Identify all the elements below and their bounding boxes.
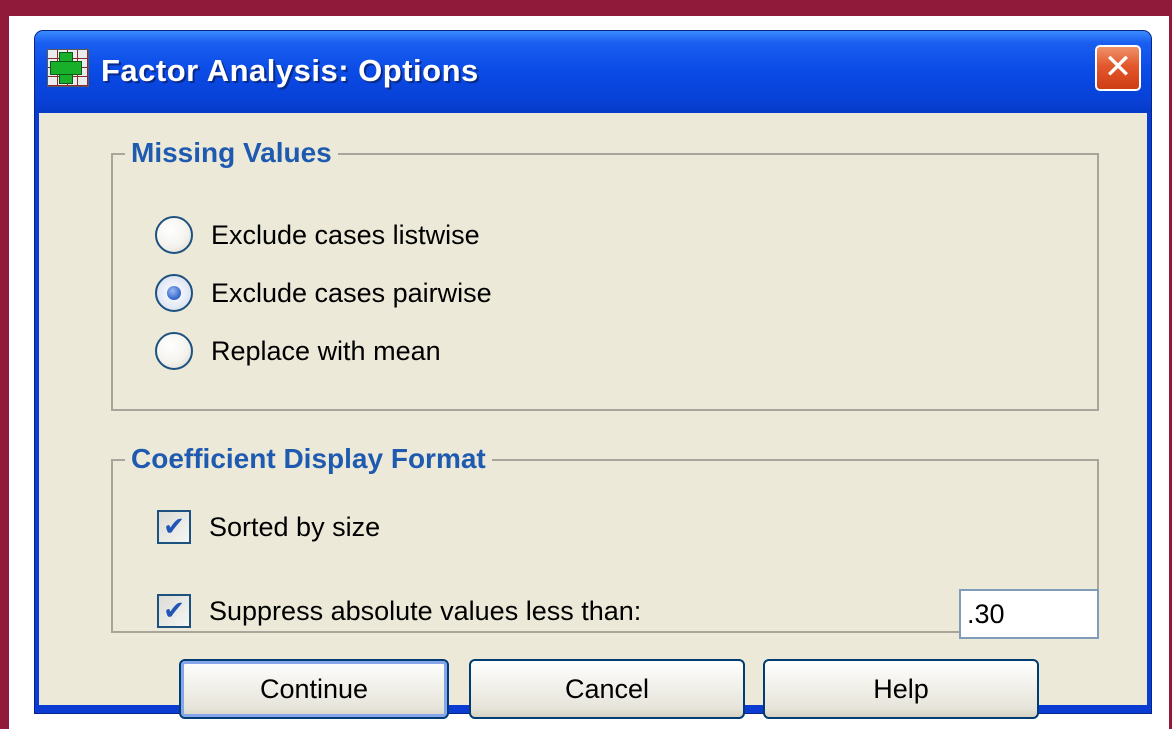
suppress-threshold-input[interactable]: .30 — [959, 589, 1099, 639]
radio-exclude-listwise[interactable]: Exclude cases listwise — [113, 215, 480, 255]
factor-analysis-options-dialog: Factor Analysis: Options ✕ Missing Value… — [34, 30, 1152, 719]
radio-button[interactable] — [155, 216, 193, 254]
plus-icon-center — [60, 62, 72, 74]
radio-button[interactable] — [155, 332, 193, 370]
radio-exclude-pairwise[interactable]: Exclude cases pairwise — [113, 273, 492, 313]
spss-app-icon — [47, 49, 89, 87]
slide-frame-left — [0, 0, 9, 729]
radio-replace-with-mean[interactable]: Replace with mean — [113, 331, 441, 371]
radio-label: Exclude cases pairwise — [211, 277, 492, 308]
slide-frame-top — [0, 0, 1172, 16]
checkbox-checked[interactable]: ✔ — [157, 594, 191, 628]
missing-values-title: Missing Values — [125, 136, 338, 170]
dialog-client-area: Missing Values Exclude cases listwise Ex… — [39, 113, 1147, 719]
checkbox-label: Sorted by size — [209, 511, 381, 542]
coefficient-display-format-title: Coefficient Display Format — [125, 442, 492, 476]
radio-label: Exclude cases listwise — [211, 219, 480, 250]
coefficient-display-format-group: Coefficient Display Format ✔ Sorted by s… — [111, 442, 1099, 639]
continue-button[interactable]: Continue — [179, 659, 449, 719]
close-button[interactable]: ✕ — [1095, 45, 1141, 91]
help-button[interactable]: Help — [763, 659, 1039, 719]
checkbox-sorted-by-size[interactable]: ✔ Sorted by size — [113, 507, 380, 547]
title-bar: Factor Analysis: Options ✕ — [35, 31, 1151, 113]
close-icon: ✕ — [1103, 48, 1133, 86]
checkbox-checked[interactable]: ✔ — [157, 510, 191, 544]
window-title: Factor Analysis: Options — [101, 53, 479, 88]
checkbox-suppress-absolute-values[interactable]: ✔ Suppress absolute values less than: — [113, 591, 641, 631]
radio-label: Replace with mean — [211, 335, 441, 366]
checkmark-icon: ✔ — [163, 595, 185, 625]
radio-button-selected[interactable] — [155, 274, 193, 312]
missing-values-group: Missing Values Exclude cases listwise Ex… — [111, 136, 1099, 411]
checkmark-icon: ✔ — [163, 511, 185, 541]
checkbox-label: Suppress absolute values less than: — [209, 595, 642, 626]
cancel-button[interactable]: Cancel — [469, 659, 745, 719]
